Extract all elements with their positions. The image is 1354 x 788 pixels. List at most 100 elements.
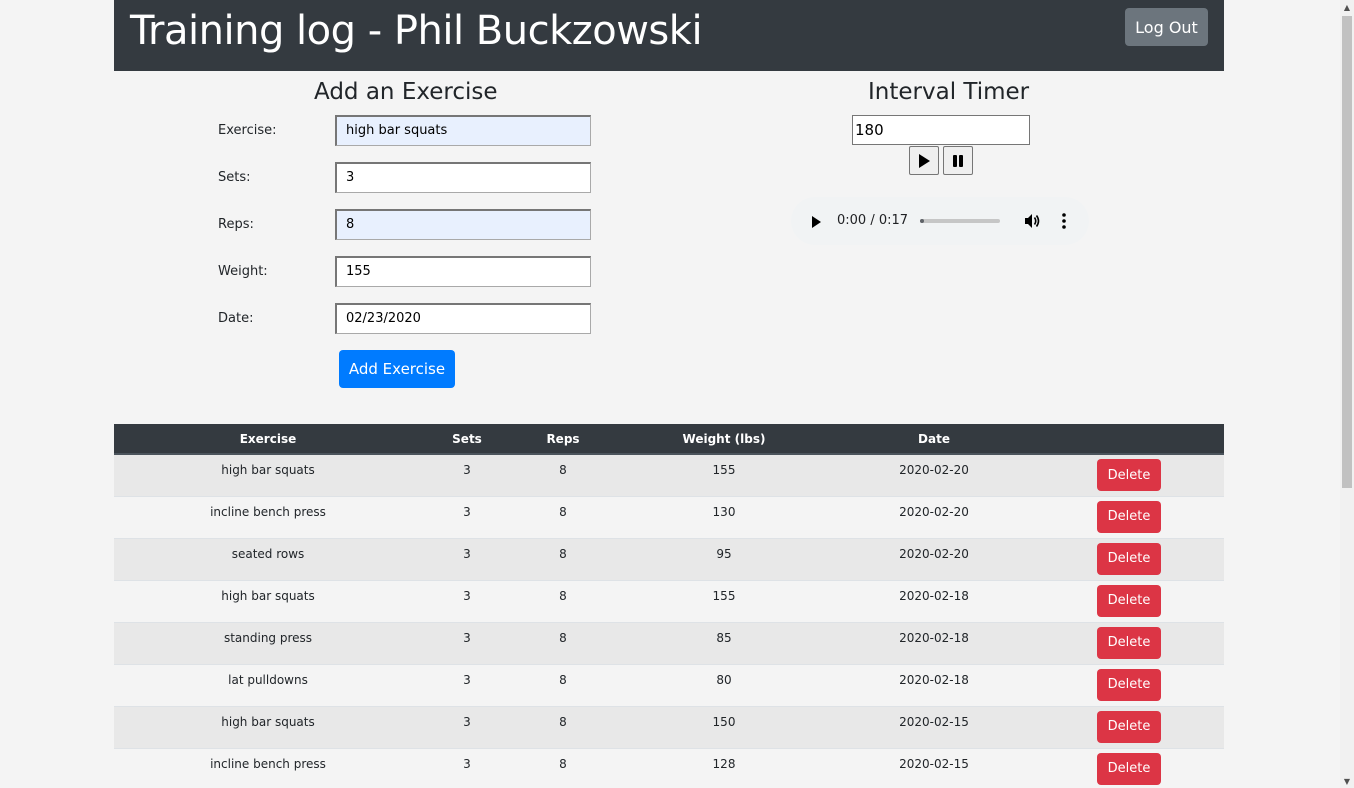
cell-reps: 8 [512,579,614,622]
cell-sets: 3 [422,453,512,496]
table-header-row: Exercise Sets Reps Weight (lbs) Date [114,424,1224,455]
cell-date: 2020-02-18 [834,579,1034,622]
delete-button[interactable]: Delete [1097,584,1161,617]
cell-reps: 8 [512,495,614,538]
cell-date: 2020-02-20 [834,537,1034,580]
add-exercise-button[interactable]: Add Exercise [339,350,455,388]
table-row: high bar squats 3 8 155 2020-02-20 Delete [114,453,1224,496]
table-row: lat pulldowns 3 8 80 2020-02-18 Delete [114,663,1224,706]
delete-button[interactable]: Delete [1097,668,1161,701]
cell-reps: 8 [512,705,614,748]
cell-action: Delete [1034,621,1224,664]
cell-date: 2020-02-18 [834,663,1034,706]
cell-action: Delete [1034,747,1224,788]
delete-button[interactable]: Delete [1097,459,1161,491]
timer-pause-button[interactable] [943,146,973,175]
app-container: Training log - Phil Buckzowski Log Out A… [114,0,1224,788]
weight-input[interactable]: 155 [335,256,591,287]
cell-action: Delete [1034,495,1224,538]
date-input[interactable]: 02/23/2020 [335,303,591,334]
delete-button[interactable]: Delete [1097,752,1161,785]
cell-weight: 155 [614,453,834,496]
table-body: high bar squats 3 8 155 2020-02-20 Delete incl… [114,453,1224,788]
cell-exercise: lat pulldowns [114,663,422,706]
scroll-down-arrow-icon[interactable]: ▼ [1340,774,1354,788]
cell-action: Delete [1034,579,1224,622]
scrollbar-thumb[interactable] [1342,16,1352,488]
cell-reps: 8 [512,453,614,496]
audio-player: 0:00 / 0:17 [791,197,1089,245]
more-options-icon[interactable] [1061,212,1067,234]
cell-action: Delete [1034,453,1224,496]
date-label: Date: [218,311,254,326]
timer-seconds-input[interactable]: 180 [852,115,1030,145]
scroll-up-arrow-icon[interactable]: ▲ [1340,0,1354,14]
cell-exercise: high bar squats [114,705,422,748]
delete-button[interactable]: Delete [1097,500,1161,533]
cell-action: Delete [1034,663,1224,706]
reps-label: Reps: [218,217,254,232]
cell-weight: 85 [614,621,834,664]
cell-weight: 80 [614,663,834,706]
audio-progress-fill [920,219,924,223]
cell-sets: 3 [422,663,512,706]
cell-date: 2020-02-20 [834,453,1034,496]
column-header-actions [1034,424,1224,455]
cell-action: Delete [1034,705,1224,748]
table-row: incline bench press 3 8 128 2020-02-15 Delete [114,747,1224,788]
cell-sets: 3 [422,747,512,788]
cell-exercise: high bar squats [114,453,422,496]
cell-reps: 8 [512,663,614,706]
cell-exercise: incline bench press [114,747,422,788]
cell-exercise: seated rows [114,537,422,580]
cell-sets: 3 [422,705,512,748]
column-header-weight: Weight (lbs) [614,424,834,455]
cell-sets: 3 [422,537,512,580]
cell-action: Delete [1034,537,1224,580]
sets-label: Sets: [218,170,251,185]
cell-sets: 3 [422,621,512,664]
table-row: standing press 3 8 85 2020-02-18 Delete [114,621,1224,664]
cell-reps: 8 [512,621,614,664]
cell-date: 2020-02-20 [834,495,1034,538]
page-title: Training log - Phil Buckzowski [130,8,703,54]
page-header: Training log - Phil Buckzowski Log Out [114,0,1224,71]
column-header-sets: Sets [422,424,512,455]
cell-reps: 8 [512,747,614,788]
cell-exercise: standing press [114,621,422,664]
cell-date: 2020-02-15 [834,747,1034,788]
cell-weight: 130 [614,495,834,538]
table-row: incline bench press 3 8 130 2020-02-20 Delete [114,495,1224,538]
table-row: high bar squats 3 8 155 2020-02-18 Delete [114,579,1224,622]
cell-weight: 95 [614,537,834,580]
sets-input[interactable]: 3 [335,162,591,193]
delete-button[interactable]: Delete [1097,626,1161,659]
table-row: seated rows 3 8 95 2020-02-20 Delete [114,537,1224,580]
cell-weight: 128 [614,747,834,788]
add-exercise-form: Add an Exercise Exercise: high bar squat… [114,71,679,421]
weight-label: Weight: [218,264,268,279]
cell-exercise: high bar squats [114,579,422,622]
cell-date: 2020-02-15 [834,705,1034,748]
add-exercise-title: Add an Exercise [314,79,498,105]
column-header-exercise: Exercise [114,424,422,455]
volume-icon[interactable] [1023,212,1041,234]
page-scrollbar[interactable]: ▲ ▼ [1340,0,1354,788]
exercise-input[interactable]: high bar squats [335,115,591,146]
reps-input[interactable]: 8 [335,209,591,240]
audio-progress-slider[interactable] [920,219,1000,223]
cell-weight: 150 [614,705,834,748]
interval-timer: Interval Timer 180 0:00 / 0:17 [679,71,1224,271]
cell-date: 2020-02-18 [834,621,1034,664]
cell-sets: 3 [422,579,512,622]
cell-reps: 8 [512,537,614,580]
timer-play-button[interactable] [909,146,939,175]
training-log-table: Exercise Sets Reps Weight (lbs) Date hig… [114,424,1224,788]
logout-button[interactable]: Log Out [1125,8,1208,46]
audio-play-icon[interactable] [809,214,823,233]
delete-button[interactable]: Delete [1097,710,1161,743]
table-row: high bar squats 3 8 150 2020-02-15 Delete [114,705,1224,748]
cell-weight: 155 [614,579,834,622]
audio-time: 0:00 / 0:17 [837,213,909,228]
delete-button[interactable]: Delete [1097,542,1161,575]
